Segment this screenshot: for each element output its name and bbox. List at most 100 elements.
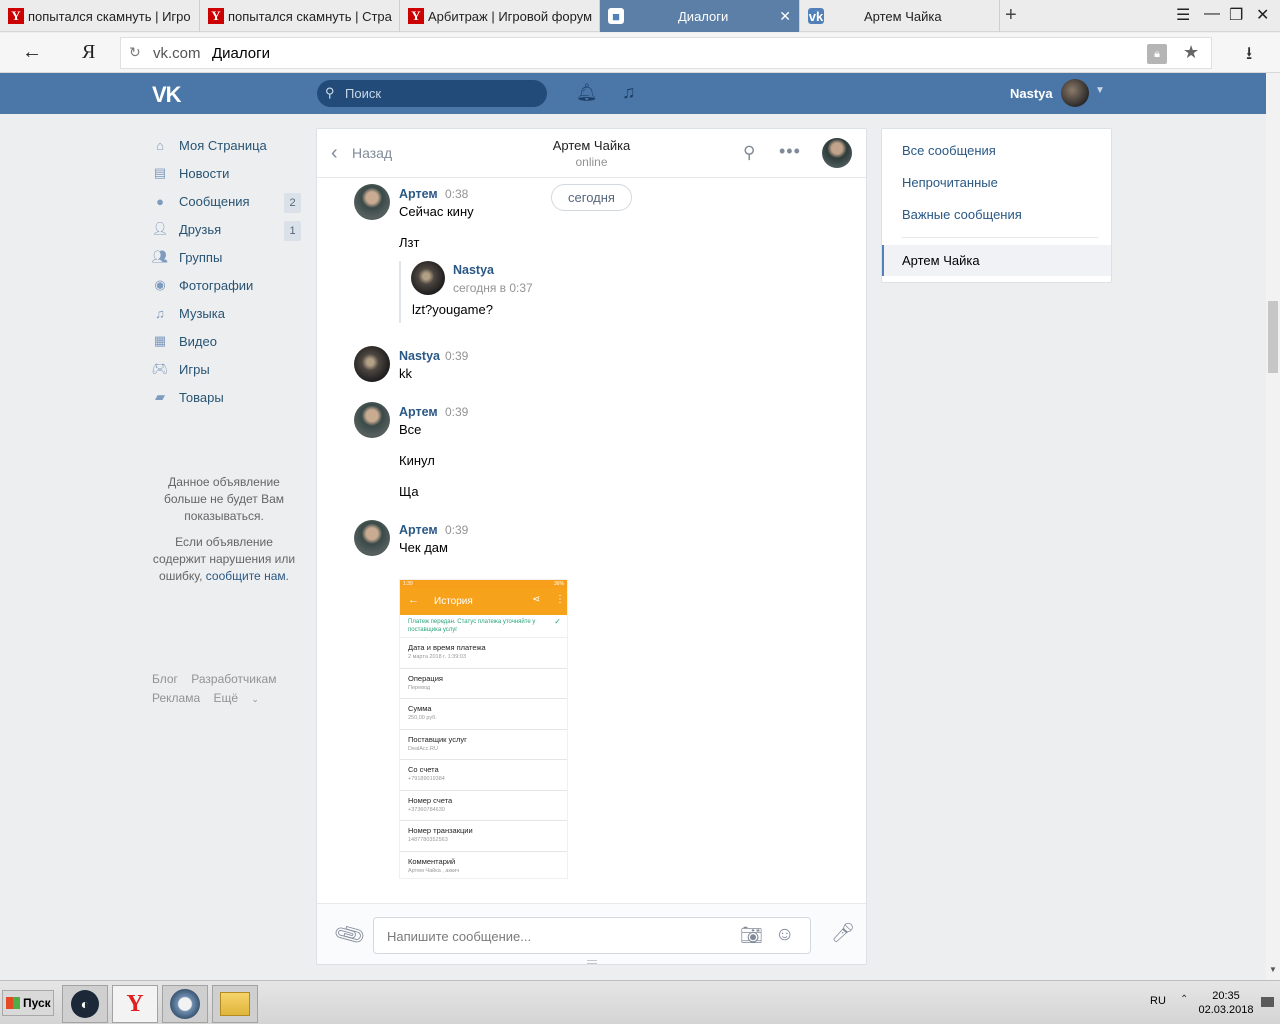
bell-icon[interactable]: 🔔︎ [576,83,598,103]
sidebar-item-messages[interactable]: ● Сообщения 2 [150,187,305,215]
groups-icon: 👥︎ [151,249,169,264]
taskbar-explorer[interactable] [212,985,258,1023]
forwarded-message[interactable]: Nastya сегодня в 0:37 lzt?yougame? [399,261,659,323]
message-history[interactable]: сегодня Артем 0:38 Сейчас кину Лзт Nasty… [317,179,866,903]
footer-blog-link[interactable]: Блог [152,672,178,686]
music-note-icon[interactable]: ♫ [622,82,636,103]
more-options-icon[interactable]: ••• [779,141,801,162]
microphone-icon[interactable]: 🎤︎ [831,921,855,945]
camera-icon[interactable]: 📷︎ [740,925,763,946]
bookmark-star-icon[interactable]: ★ [1183,42,1199,63]
message-author[interactable]: Артем [399,187,438,201]
message-author[interactable]: Артем [399,523,438,537]
taskbar-steam[interactable]: ◐ [62,985,108,1023]
vk-header: VK ⚲ Поиск 🔔︎ ♫ Nastya ▼ [0,73,1266,114]
tray-expand-icon[interactable]: ⌃ [1180,994,1188,1005]
sidebar-item-label: Видео [179,333,217,349]
browser-menu-icon[interactable]: ☰ [1176,5,1190,25]
taskbar-yandex-browser[interactable]: Y [112,985,158,1023]
sidebar-item-games[interactable]: 🎮︎ Игры [150,355,305,383]
message-text: kk [399,366,412,381]
sidebar-item-label: Музыка [179,305,225,321]
reload-icon[interactable]: ↻ [129,44,141,61]
message-text: Лзт [399,235,420,250]
scroll-down-icon[interactable]: ▼ [1269,965,1277,974]
avatar[interactable] [354,346,390,382]
sidebar-item-video[interactable]: ▦ Видео [150,327,305,355]
smile-icon[interactable]: ☺ [775,924,794,946]
restore-icon[interactable]: ❐ [1229,5,1243,25]
resize-grip[interactable] [587,960,597,964]
taskbar-teamspeak[interactable] [162,985,208,1023]
sidebar-item-photos[interactable]: ◉ Фотографии [150,271,305,299]
search-input[interactable]: ⚲ Поиск [317,80,547,107]
download-icon[interactable]: ⭳ [1246,41,1252,71]
message-input[interactable]: Напишите сообщение... 📷︎ ☺ [373,917,811,954]
avatar[interactable] [1061,79,1089,107]
dialog-header: ‹ Назад Артем Чайка online ⚲ ••• [317,129,866,178]
header-user-name[interactable]: Nastya [1010,86,1053,101]
receipt-row-label: Операция [408,673,443,683]
photo-attachment[interactable]: 1:39 36% ← История ⋖ ⋮ Платеж передан. Ст… [399,579,568,879]
scrollbar-thumb[interactable] [1268,301,1278,373]
sidebar-item-music[interactable]: ♫ Музыка [150,299,305,327]
message-author[interactable]: Nastya [399,349,440,363]
teamspeak-icon [170,989,200,1019]
message-text: Кинул [399,453,435,468]
filter-all-messages[interactable]: Все сообщения [902,143,996,158]
browser-tab-title: Диалоги [678,8,729,24]
arrow-left-icon: ← [408,594,419,606]
active-dialog-item[interactable]: Артем Чайка [882,245,1111,276]
message-time: 0:39 [445,523,469,537]
sidebar-item-my-page[interactable]: ⌂ Моя Страница [150,131,305,159]
receipt-row-label: Поставщик услуг [408,734,467,744]
vk-logo[interactable]: VK [152,82,182,108]
forwarded-author[interactable]: Nastya [453,263,494,277]
sidebar-item-goods[interactable]: ▰ Товары [150,383,305,411]
footer-devs-link[interactable]: Разработчикам [191,672,276,686]
report-link[interactable]: сообщите нам [206,569,286,583]
browser-tab[interactable]: Y попытался скамнуть | Стра [200,0,400,32]
avatar[interactable] [354,520,390,556]
close-window-icon[interactable]: ✕ [1256,5,1269,25]
music-icon: ♫ [155,305,165,321]
chevron-down-icon[interactable]: ▼ [1095,85,1105,96]
vk-message-favicon-icon: ■ [608,8,624,24]
sidebar-item-label: Новости [179,165,230,181]
browser-tab[interactable]: Y попытался скамнуть | Игро [0,0,200,32]
sidebar-item-news[interactable]: ▤ Новости [150,159,305,187]
dialog-panel: ‹ Назад Артем Чайка online ⚲ ••• сегодня… [316,128,867,965]
sidebar-item-label: Сообщения [179,193,250,209]
avatar[interactable] [354,184,390,220]
browser-tab-active[interactable]: ■ Диалоги ✕ [600,0,800,32]
footer-more-link[interactable]: Ещё ⌄ [213,691,268,705]
paperclip-icon[interactable]: 📎︎ [331,917,368,953]
language-indicator[interactable]: RU [1150,995,1166,1007]
page-scrollbar[interactable]: ▼ [1266,73,1280,980]
minimize-icon[interactable]: — [1204,5,1220,23]
sidebar-item-label: Игры [179,361,210,377]
close-tab-icon[interactable]: ✕ [779,8,791,25]
url-field[interactable]: ↻ vk.com Диалоги 🔒︎ ★ [120,37,1212,69]
browser-tab[interactable]: vk Артем Чайка [800,0,1000,32]
avatar[interactable] [354,402,390,438]
filter-unread[interactable]: Непрочитанные [902,175,998,190]
new-tab-button[interactable]: + [1005,4,1017,27]
gamepad-icon: 🎮︎ [151,361,169,376]
message-author[interactable]: Артем [399,405,438,419]
notification-icon[interactable] [1261,997,1274,1007]
sidebar-item-friends[interactable]: 👤︎ Друзья 1 [150,215,305,243]
start-button[interactable]: Пуск [2,990,54,1016]
avatar[interactable] [822,138,852,168]
receipt-row: Операция Перевод [400,669,567,699]
footer-ads-link[interactable]: Реклама [152,691,200,705]
tray-clock[interactable]: 20:35 02.03.2018 [1198,989,1254,1017]
yandex-logo[interactable]: Я [82,41,95,64]
back-arrow-icon[interactable]: ← [22,41,42,64]
ad-report-text: Если объявление содержит нарушения или о… [150,534,298,585]
lock-icon[interactable]: 🔒︎ [1147,44,1167,64]
browser-tab[interactable]: Y Арбитраж | Игровой форум [400,0,600,32]
sidebar-item-groups[interactable]: 👥︎ Группы [150,243,305,271]
search-icon[interactable]: ⚲ [743,143,755,163]
filter-important[interactable]: Важные сообщения [902,207,1022,222]
